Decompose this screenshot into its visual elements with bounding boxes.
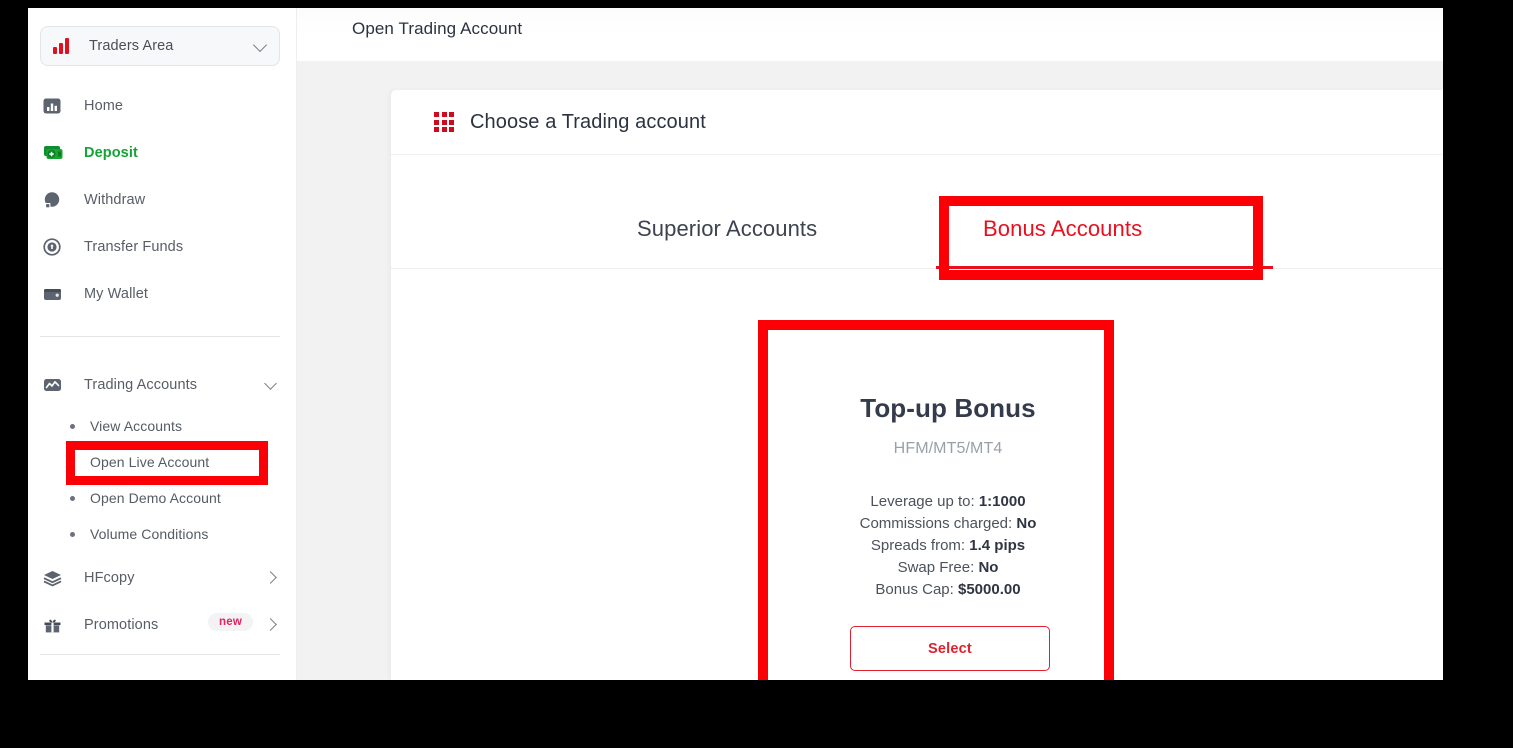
chevron-down-icon	[252, 37, 268, 53]
spec-label: Spreads from:	[870, 537, 966, 554]
card-title: Top-up Bonus	[860, 393, 1036, 423]
sidebar-item-open-live-account[interactable]: Open Live Account	[28, 444, 297, 480]
bar-chart-icon	[53, 38, 73, 54]
card-specs: Leverage up to: 1:1000 Commissions charg…	[780, 491, 1116, 601]
sidebar-item-open-demo-account[interactable]: Open Demo Account	[28, 480, 297, 516]
sidebar-nav-tertiary: HFcopy Promotions new	[28, 554, 297, 648]
chevron-right-icon	[264, 571, 277, 584]
app-window: Traders Area Home Deposit Withdraw Trans…	[28, 8, 1443, 680]
active-tab-underline	[936, 266, 1273, 269]
bullet-icon	[70, 423, 75, 429]
sidebar-nav: Home Deposit Withdraw Transfer Funds My …	[28, 82, 297, 317]
sidebar-item-promotions[interactable]: Promotions new	[28, 601, 297, 648]
main-content: Open Trading Account Choose a Trading ac…	[297, 8, 1443, 680]
sidebar: Traders Area Home Deposit Withdraw Trans…	[28, 8, 297, 680]
sidebar-divider-top	[40, 336, 280, 337]
spec-row: Swap Free: No	[780, 557, 1116, 579]
sidebar-item-label: Promotions	[84, 616, 159, 633]
sidebar-item-label: Withdraw	[84, 191, 146, 208]
bullet-icon	[70, 495, 75, 501]
sidebar-nav-secondary: Trading Accounts	[28, 361, 297, 408]
topbar: Open Trading Account	[297, 8, 1443, 61]
spec-row: Commissions charged: No	[780, 513, 1116, 535]
sidebar-subnav: View Accounts Open Live Account Open Dem…	[28, 408, 297, 552]
select-button[interactable]: Select	[850, 626, 1050, 671]
sidebar-item-label: Home	[84, 97, 124, 114]
card-subtitle: HFM/MT5/MT4	[893, 440, 1003, 457]
top-up-bonus-card[interactable]: Top-up Bonus HFM/MT5/MT4 Leverage up to:…	[780, 337, 1116, 680]
sidebar-item-transfer-funds[interactable]: Transfer Funds	[28, 223, 297, 270]
spec-value: 1.4 pips	[969, 537, 1026, 554]
sidebar-item-my-wallet[interactable]: My Wallet	[28, 270, 297, 317]
page-title: Open Trading Account	[352, 19, 523, 38]
spec-row: Spreads from: 1.4 pips	[780, 535, 1116, 557]
spec-value: $5000.00	[957, 581, 1021, 598]
choose-account-panel: Choose a Trading account Superior Accoun…	[391, 90, 1443, 680]
chevron-down-icon	[264, 377, 277, 390]
sidebar-item-label: Deposit	[84, 144, 138, 161]
sidebar-item-label: HFcopy	[84, 569, 135, 586]
brand-selector[interactable]: Traders Area	[40, 26, 280, 66]
status-badge: new	[208, 613, 253, 631]
bullet-icon	[70, 459, 75, 465]
transfer-funds-icon	[42, 235, 70, 259]
tab-bonus-accounts[interactable]: Bonus Accounts	[983, 216, 1142, 242]
panel-header: Choose a Trading account	[391, 90, 1443, 155]
spec-label: Bonus Cap:	[875, 581, 954, 598]
sidebar-subitem-label: Open Live Account	[90, 454, 210, 470]
sidebar-item-trading-accounts[interactable]: Trading Accounts	[28, 361, 297, 408]
spec-label: Leverage up to:	[870, 493, 975, 510]
panel-title: Choose a Trading account	[470, 110, 706, 133]
sidebar-subitem-label: View Accounts	[90, 418, 183, 434]
sidebar-item-deposit[interactable]: Deposit	[28, 129, 297, 176]
sidebar-item-home[interactable]: Home	[28, 82, 297, 129]
gift-icon	[42, 613, 70, 637]
sidebar-item-hfcopy[interactable]: HFcopy	[28, 554, 297, 601]
sidebar-item-label: My Wallet	[84, 285, 149, 302]
home-chart-icon	[42, 94, 70, 118]
grid-icon	[434, 112, 454, 132]
sidebar-item-label: Transfer Funds	[84, 238, 184, 255]
account-card-wrapper: Top-up Bonus HFM/MT5/MT4 Leverage up to:…	[770, 327, 1126, 680]
bullet-icon	[70, 531, 75, 537]
spec-row: Leverage up to: 1:1000	[780, 491, 1116, 513]
tab-superior-accounts[interactable]: Superior Accounts	[637, 216, 817, 242]
spec-value: No	[978, 559, 999, 576]
sidebar-subitem-label: Volume Conditions	[90, 526, 209, 542]
brand-label: Traders Area	[89, 38, 174, 54]
sidebar-item-withdraw[interactable]: Withdraw	[28, 176, 297, 223]
sidebar-item-view-accounts[interactable]: View Accounts	[28, 408, 297, 444]
withdraw-pie-icon	[42, 188, 70, 212]
sidebar-divider-bottom	[40, 654, 280, 655]
spec-label: Commissions charged:	[859, 515, 1013, 532]
sidebar-item-volume-conditions[interactable]: Volume Conditions	[28, 516, 297, 552]
spec-label: Swap Free:	[897, 559, 975, 576]
spec-value: No	[1016, 515, 1037, 532]
spec-row: Bonus Cap: $5000.00	[780, 579, 1116, 601]
sidebar-item-label: Trading Accounts	[84, 376, 198, 393]
chevron-right-icon	[264, 618, 277, 631]
deposit-money-icon	[42, 141, 70, 165]
sidebar-subitem-label: Open Demo Account	[90, 490, 221, 506]
wallet-icon	[42, 282, 70, 306]
spec-value: 1:1000	[978, 493, 1026, 510]
account-type-tabs: Superior Accounts Bonus Accounts	[391, 208, 1443, 269]
trading-chart-icon	[42, 373, 70, 397]
layers-icon	[42, 566, 70, 590]
